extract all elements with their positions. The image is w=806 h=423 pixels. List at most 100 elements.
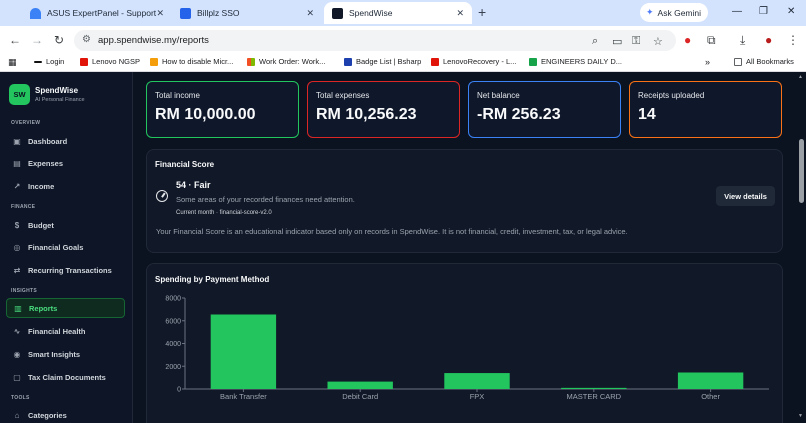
- close-tab-icon[interactable]: ✕: [306, 8, 314, 19]
- score-value: 54 · Fair: [176, 180, 211, 190]
- close-tab-icon[interactable]: ✕: [156, 8, 164, 19]
- sidebar-item-label: Categories: [28, 410, 67, 420]
- sidebar-item-label: Expenses: [28, 158, 64, 168]
- bookmark-favicon-icon: [344, 57, 352, 66]
- bookmark-item[interactable]: ENGINEERS DAILY D...: [529, 57, 622, 66]
- financial-score-panel: Financial Score 54 · Fair Some areas of …: [146, 149, 783, 253]
- zoom-icon[interactable]: ⌕: [592, 35, 598, 48]
- download-icon[interactable]: ⤓: [740, 33, 745, 47]
- sidebar-item-financial-goals[interactable]: ◎ Financial Goals: [6, 237, 125, 257]
- y-tick-label: 6000: [165, 318, 181, 325]
- view-details-button[interactable]: View details: [716, 186, 775, 206]
- close-window-icon[interactable]: ✕: [787, 6, 795, 17]
- sidebar-item-expenses[interactable]: ▤ Expenses: [6, 153, 125, 173]
- x-tick-label: FPX: [470, 392, 485, 401]
- spendwise-logo: SW: [9, 84, 30, 105]
- stat-card-total-income: Total income RM 10,000.00: [146, 81, 299, 138]
- more-bookmarks-chevron-icon[interactable]: »: [705, 57, 710, 67]
- bookmark-label: Login: [46, 57, 65, 66]
- gemini-spark-icon: ✦: [646, 7, 654, 17]
- close-tab-icon[interactable]: ✕: [456, 8, 464, 19]
- bookmark-item[interactable]: Badge List | Bsharp: [344, 57, 421, 66]
- profile-avatar-icon[interactable]: ●: [765, 33, 772, 47]
- repeat-icon: ⇄: [13, 265, 21, 275]
- apps-grid-icon[interactable]: ▦: [8, 57, 17, 68]
- sidebar-item-label: Reports: [29, 303, 58, 313]
- bookmark-favicon-icon: [529, 57, 537, 66]
- sidebar-item-categories[interactable]: ⌂ Categories: [6, 405, 125, 423]
- sidebar-section-finance: FINANCE: [11, 204, 36, 210]
- bookmark-item[interactable]: LenovoRecovery - L...: [431, 57, 516, 66]
- restore-icon[interactable]: ❐: [759, 6, 768, 17]
- browser-tab-active[interactable]: SpendWise ✕: [324, 2, 472, 24]
- bookmark-favicon-icon: [150, 57, 158, 66]
- url-text: app.spendwise.my/reports: [98, 35, 209, 46]
- stat-card-net-balance: Net balance -RM 256.23: [468, 81, 621, 138]
- all-bookmarks-label: All Bookmarks: [746, 57, 794, 66]
- y-tick-label: 0: [177, 387, 181, 394]
- sidebar-item-reports[interactable]: ▥ Reports: [6, 298, 125, 318]
- sidebar-section-tools: TOOLS: [11, 395, 30, 401]
- page-scrollbar[interactable]: ▲ ▼: [797, 72, 806, 423]
- bookmark-item[interactable]: Login: [34, 57, 64, 66]
- sidebar-item-financial-health[interactable]: ∿ Financial Health: [6, 321, 125, 341]
- bookmarks-bar: ▦ Login Lenovo NGSP How to disable Micr.…: [0, 54, 806, 72]
- all-bookmarks-folder[interactable]: All Bookmarks: [734, 57, 794, 66]
- address-bar[interactable]: ⚙ app.spendwise.my/reports ⌕ ▭ ⚿ ☆: [74, 30, 676, 51]
- x-tick-label: MASTER CARD: [567, 392, 622, 401]
- browser-menu-icon[interactable]: ⋮: [787, 33, 799, 47]
- ask-gemini-button[interactable]: ✦ Ask Gemini: [640, 3, 708, 22]
- document-icon: ▢: [13, 372, 21, 382]
- bar: [210, 314, 277, 389]
- install-app-icon[interactable]: ▭: [612, 35, 622, 48]
- new-tab-plus-icon[interactable]: +: [478, 4, 486, 20]
- back-arrow-icon[interactable]: ←: [9, 33, 21, 47]
- scroll-down-arrow-icon[interactable]: ▼: [798, 413, 803, 419]
- brand-tagline: AI Personal Finance: [35, 97, 85, 103]
- scrollbar-thumb[interactable]: [799, 139, 804, 203]
- microsoft-favicon-icon: [247, 57, 255, 66]
- browser-tab[interactable]: Billplz SSO ✕: [172, 2, 322, 24]
- chart-icon: ▥: [14, 303, 22, 313]
- bookmark-item[interactable]: Lenovo NGSP: [80, 57, 140, 66]
- sidebar-item-budget[interactable]: $ Budget: [6, 215, 125, 235]
- bookmark-star-icon[interactable]: ☆: [653, 35, 663, 48]
- password-key-icon[interactable]: ⚿: [632, 35, 640, 48]
- extensions-puzzle-icon[interactable]: ⧉: [707, 33, 716, 47]
- billplz-favicon-icon: [180, 7, 191, 19]
- target-icon: ◎: [13, 242, 21, 252]
- sidebar-item-label: Recurring Transactions: [28, 265, 112, 275]
- spendwise-app: SW SpendWise AI Personal Finance OVERVIE…: [0, 72, 806, 423]
- sidebar-item-label: Smart Insights: [28, 349, 81, 359]
- score-disclaimer: Your Financial Score is an educational i…: [156, 227, 628, 236]
- bookmark-item[interactable]: How to disable Micr...: [150, 57, 233, 66]
- minimize-icon[interactable]: —: [732, 6, 742, 17]
- reload-icon[interactable]: ↻: [54, 33, 64, 47]
- dollar-icon: $: [14, 220, 20, 230]
- sidebar-item-income[interactable]: ↗ Income: [6, 176, 125, 196]
- bookmark-item[interactable]: Work Order: Work...: [247, 57, 325, 66]
- lenovo-favicon-icon: [80, 57, 88, 66]
- sidebar-item-tax-claim-documents[interactable]: ▢ Tax Claim Documents: [6, 367, 125, 387]
- stat-label: Total income: [155, 91, 200, 100]
- sidebar-section-insights: INSIGHTS: [11, 288, 38, 294]
- stat-value: 14: [638, 106, 656, 123]
- stat-card-receipts-uploaded: Receipts uploaded 14: [629, 81, 782, 138]
- sidebar: SW SpendWise AI Personal Finance OVERVIE…: [0, 72, 133, 423]
- forward-arrow-icon[interactable]: →: [31, 33, 43, 47]
- bulb-icon: ◉: [13, 349, 21, 359]
- gauge-icon: [156, 190, 168, 202]
- spendwise-favicon-icon: [332, 7, 343, 19]
- sidebar-item-smart-insights[interactable]: ◉ Smart Insights: [6, 344, 125, 364]
- extension-red-icon[interactable]: ●: [684, 33, 691, 47]
- brand[interactable]: SW SpendWise AI Personal Finance: [9, 84, 85, 105]
- site-info-icon[interactable]: ⚙: [82, 34, 91, 45]
- tab-title: ASUS ExpertPanel - Support: [47, 8, 157, 18]
- scroll-up-arrow-icon[interactable]: ▲: [798, 74, 803, 80]
- brand-name: SpendWise: [35, 86, 79, 95]
- browser-tab[interactable]: ASUS ExpertPanel - Support ✕: [22, 2, 172, 24]
- bar: [444, 373, 510, 389]
- stat-label: Net balance: [477, 91, 520, 100]
- sidebar-item-dashboard[interactable]: ▣ Dashboard: [6, 131, 125, 151]
- sidebar-item-recurring-transactions[interactable]: ⇄ Recurring Transactions: [6, 260, 125, 280]
